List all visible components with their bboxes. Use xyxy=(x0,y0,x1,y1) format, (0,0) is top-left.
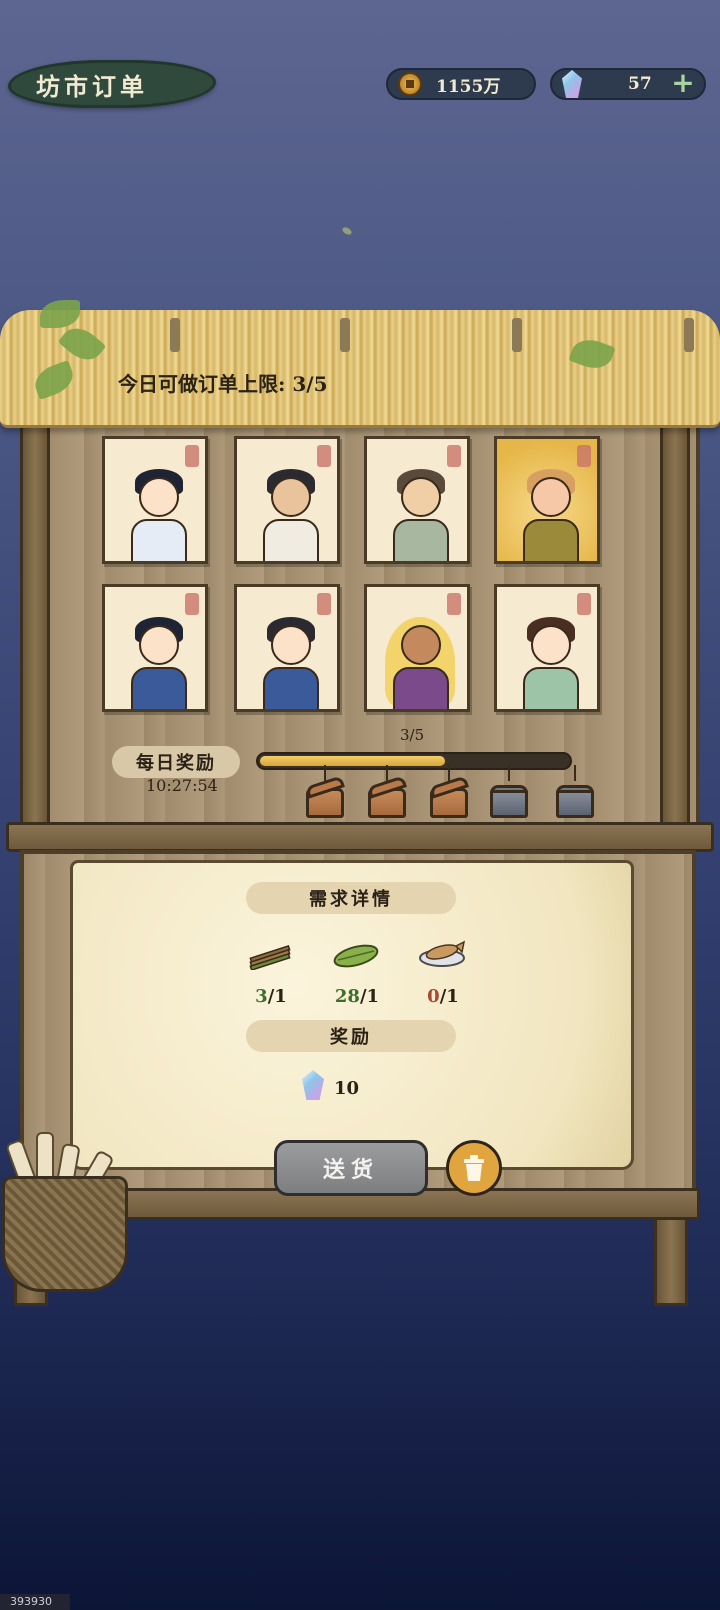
roof-rope xyxy=(512,318,522,352)
coin-icon xyxy=(398,72,422,96)
customer-card-5[interactable] xyxy=(102,584,208,712)
gem-icon xyxy=(562,70,582,98)
coin-amount: 1155万 xyxy=(436,76,501,97)
reward-chest-5[interactable] xyxy=(556,765,594,818)
gem-balance[interactable]: 57 + xyxy=(550,68,706,100)
reward-chest-4[interactable] xyxy=(490,765,528,818)
reward-chest-1[interactable] xyxy=(305,765,345,818)
scroll-basket[interactable] xyxy=(2,1176,128,1292)
character-portrait xyxy=(271,477,311,517)
item-3-have: 0 xyxy=(427,986,440,1007)
bamboo-sticks-icon[interactable] xyxy=(246,940,294,972)
item-3-need: /1 xyxy=(439,986,459,1007)
roof-rope xyxy=(170,318,180,352)
gem-amount: 57 xyxy=(628,74,652,94)
item-2-count: 28/1 xyxy=(322,986,392,1007)
order-progress-fill xyxy=(260,756,445,766)
shop-counter xyxy=(6,822,714,852)
character-robe xyxy=(393,519,449,561)
character-robe xyxy=(263,519,319,561)
item-1-have: 3 xyxy=(255,986,268,1007)
right-leg xyxy=(654,1216,688,1306)
build-id: 393930 xyxy=(0,1594,70,1610)
falling-leaf-decoration xyxy=(341,225,353,237)
character-robe xyxy=(131,519,187,561)
reward-chest-2[interactable] xyxy=(367,765,407,818)
item-1-count: 3/1 xyxy=(236,986,306,1007)
seal-icon xyxy=(447,593,461,615)
character-portrait xyxy=(139,477,179,517)
seal-icon xyxy=(317,445,331,467)
customer-card-7[interactable] xyxy=(364,584,470,712)
left-post xyxy=(20,420,50,840)
title-banner: 坊市订单 xyxy=(8,60,216,108)
leaf-wrap-icon[interactable] xyxy=(332,940,380,970)
character-portrait xyxy=(531,477,571,517)
character-portrait xyxy=(401,625,441,665)
seal-icon xyxy=(447,445,461,467)
customer-card-2[interactable] xyxy=(234,436,340,564)
order-progress-text: 3/5 xyxy=(400,726,425,744)
reward-chest-3[interactable] xyxy=(429,765,469,818)
right-post xyxy=(660,420,690,840)
trash-button[interactable] xyxy=(446,1140,502,1196)
character-robe xyxy=(523,519,579,561)
demand-detail-header: 需求详情 xyxy=(246,882,456,914)
customer-card-4[interactable] xyxy=(494,436,600,564)
daily-reward-label: 每日奖励 xyxy=(112,746,240,778)
item-2-have: 28 xyxy=(334,986,360,1007)
straw-roof xyxy=(0,310,720,428)
character-robe xyxy=(393,667,449,709)
character-robe xyxy=(523,667,579,709)
character-robe xyxy=(263,667,319,709)
order-limit-label: 今日可做订单上限: 3/5 xyxy=(118,372,328,396)
seal-icon xyxy=(577,593,591,615)
customer-card-3[interactable] xyxy=(364,436,470,564)
daily-reward-timer: 10:27:54 xyxy=(146,776,218,795)
roof-rope xyxy=(340,318,350,352)
seal-icon xyxy=(577,445,591,467)
item-1-need: /1 xyxy=(267,986,287,1007)
customer-card-6[interactable] xyxy=(234,584,340,712)
coin-balance[interactable]: 1155万 xyxy=(386,68,536,100)
reward-amount: 10 xyxy=(334,1078,360,1099)
customer-card-1[interactable] xyxy=(102,436,208,564)
character-portrait xyxy=(271,625,311,665)
trash-icon xyxy=(464,1155,484,1181)
item-2-need: /1 xyxy=(359,986,380,1007)
seal-icon xyxy=(317,593,331,615)
deliver-button[interactable]: 送货 xyxy=(274,1140,428,1196)
reward-header: 奖励 xyxy=(246,1020,456,1052)
character-portrait xyxy=(531,625,571,665)
seal-icon xyxy=(185,445,199,467)
seal-icon xyxy=(185,593,199,615)
page-title: 坊市订单 xyxy=(36,71,148,101)
character-robe xyxy=(131,667,187,709)
item-3-count: 0/1 xyxy=(408,986,478,1007)
order-progress-bar xyxy=(256,752,572,770)
roof-rope xyxy=(684,318,694,352)
fish-dish-icon[interactable] xyxy=(418,936,466,967)
customer-card-8[interactable] xyxy=(494,584,600,712)
add-gems-button[interactable]: + xyxy=(670,69,696,97)
character-portrait xyxy=(139,625,179,665)
character-portrait xyxy=(401,477,441,517)
